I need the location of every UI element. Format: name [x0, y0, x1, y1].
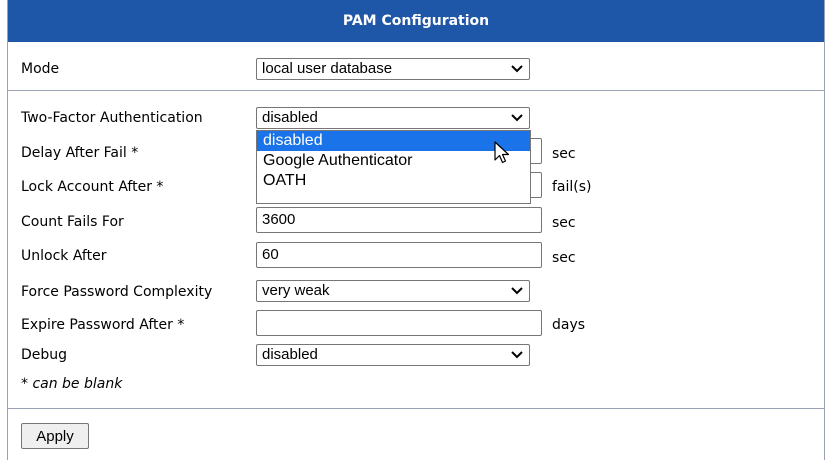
section-divider [8, 90, 824, 91]
count-fails-for-label: Count Fails For [21, 214, 124, 230]
lock-account-after-label: Lock Account After * [21, 179, 164, 195]
debug-select-value: disabled [262, 346, 318, 363]
count-fails-unit: sec [552, 215, 576, 231]
dropdown-option-disabled[interactable]: disabled [257, 131, 530, 151]
password-complexity-value: very weak [262, 282, 330, 299]
expire-password-after-input[interactable] [256, 310, 542, 336]
debug-label: Debug [21, 347, 68, 363]
two-factor-label: Two-Factor Authentication [21, 110, 203, 126]
pam-config-panel: PAM Configuration Mode local user databa… [7, 0, 825, 460]
unlock-after-input[interactable]: 60 [256, 242, 542, 268]
count-fails-for-input[interactable]: 3600 [256, 207, 542, 233]
blank-note: * can be blank [21, 376, 123, 392]
password-complexity-select[interactable]: very weak [256, 280, 530, 302]
mode-label: Mode [21, 61, 60, 77]
two-factor-select[interactable]: disabled [256, 107, 530, 129]
expire-unit: days [552, 317, 586, 333]
expire-password-after-label: Expire Password After * [21, 317, 185, 333]
unlock-unit: sec [552, 250, 576, 266]
chevron-down-icon [511, 114, 523, 122]
lock-unit: fail(s) [552, 179, 592, 195]
footer-divider [8, 408, 824, 409]
mode-select-value: local user database [262, 60, 393, 77]
debug-select[interactable]: disabled [256, 344, 530, 366]
apply-button[interactable]: Apply [21, 423, 89, 449]
panel-title: PAM Configuration [8, 0, 824, 42]
chevron-down-icon [511, 287, 523, 295]
chevron-down-icon [511, 65, 523, 73]
password-complexity-label: Force Password Complexity [21, 284, 213, 300]
two-factor-select-value: disabled [262, 109, 318, 126]
delay-after-fail-label: Delay After Fail * [21, 145, 139, 161]
mouse-pointer-icon [494, 141, 510, 164]
delay-unit: sec [552, 146, 576, 162]
dropdown-option-google-authenticator[interactable]: Google Authenticator [257, 151, 530, 171]
mode-select[interactable]: local user database [256, 58, 530, 80]
two-factor-dropdown-list[interactable]: disabled Google Authenticator OATH [256, 130, 531, 204]
dropdown-option-oath[interactable]: OATH [257, 171, 530, 191]
chevron-down-icon [511, 351, 523, 359]
unlock-after-label: Unlock After [21, 248, 107, 264]
